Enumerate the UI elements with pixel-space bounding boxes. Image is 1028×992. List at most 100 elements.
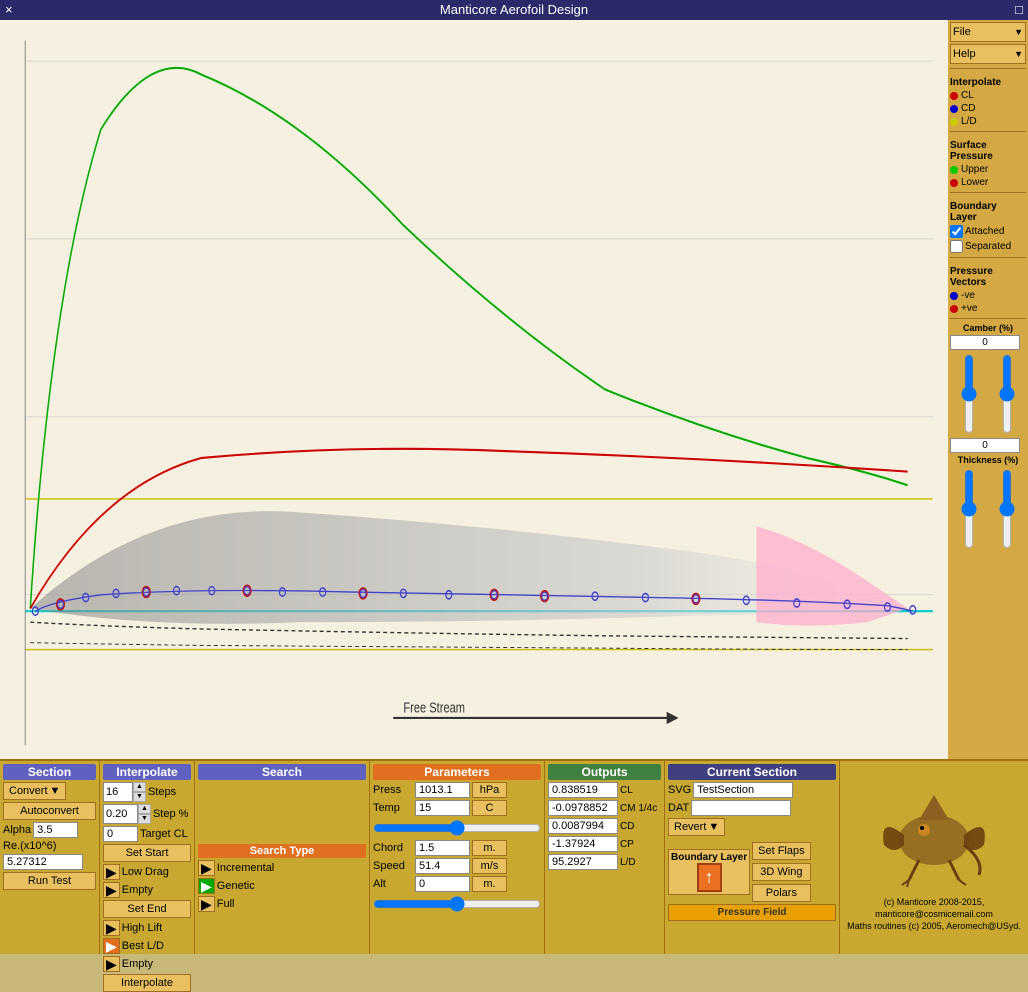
separated-checkbox[interactable] [950, 240, 963, 253]
set-end-button[interactable]: Set End [103, 900, 191, 918]
separated-item[interactable]: Separated [950, 240, 1026, 253]
revert-label: Revert [674, 821, 706, 833]
parameters-panel: Parameters Press hPa Temp C Chord m. Spe… [370, 761, 545, 954]
incremental-arrow[interactable]: ▶ [198, 860, 215, 876]
chord-input[interactable] [415, 840, 470, 856]
set-flaps-button[interactable]: Set Flaps [752, 842, 810, 860]
press-unit-select[interactable]: hPa [472, 782, 507, 798]
svg-input[interactable] [693, 782, 793, 798]
interpolate-label: Interpolate [950, 77, 1026, 88]
svg-row: SVG [668, 782, 836, 798]
empty2-arrow[interactable]: ▶ [103, 956, 120, 972]
alt-unit-select[interactable]: m. [472, 876, 507, 892]
ld-output-label: L/D [620, 857, 660, 868]
parameters-title: Parameters [373, 764, 541, 780]
cl-output-label: CL [620, 785, 660, 796]
cd-output [548, 818, 618, 834]
chord-label: Chord [373, 842, 413, 854]
boundary-layer-controls: Boundary Layer ↑ Set Flaps 3D Wing Polar… [668, 842, 836, 902]
autoconvert-button[interactable]: Autoconvert [3, 802, 96, 820]
cp-output-row: CP [548, 836, 661, 852]
divider3 [950, 192, 1026, 193]
maximize-icon[interactable]: □ [1015, 2, 1023, 17]
steps-up-icon[interactable]: ▲ [133, 782, 146, 792]
full-row[interactable]: ▶ Full [198, 896, 366, 912]
thickness-slider1[interactable] [961, 469, 977, 549]
cl-legend: CL [950, 90, 1026, 101]
alpha-label: Alpha [3, 824, 31, 836]
ld-legend: L/D [950, 116, 1026, 127]
alpha-input[interactable] [33, 822, 78, 838]
ld-output [548, 854, 618, 870]
re-input[interactable] [3, 854, 83, 870]
interpolate-button[interactable]: Interpolate [103, 974, 191, 992]
boundary-layer-label: Boundary Layer [950, 201, 1026, 223]
speed-input[interactable] [415, 858, 470, 874]
section-title: Section [3, 764, 96, 780]
incremental-row[interactable]: ▶ Incremental [198, 860, 366, 876]
image-panel: (c) Manticore 2008-2015, manticore@cosmi… [840, 761, 1028, 954]
step-pct-spinner[interactable]: ▲ ▼ [138, 804, 151, 824]
chord-unit-select[interactable]: m. [472, 840, 507, 856]
speed-unit-select[interactable]: m/s [472, 858, 507, 874]
genetic-row[interactable]: ▶ Genetic [198, 878, 366, 894]
step-pct-input[interactable] [103, 804, 138, 824]
run-test-button[interactable]: Run Test [3, 872, 96, 890]
3d-wing-button[interactable]: 3D Wing [752, 863, 810, 881]
boundary-up-btn[interactable]: ↑ [697, 863, 722, 892]
right-panel: File ▼ Help ▼ Interpolate CL CD L/D Surf… [948, 20, 1028, 759]
boundary-layer-box: Boundary Layer ↑ [668, 849, 750, 895]
steps-spinner[interactable]: ▲ ▼ [133, 782, 146, 802]
temp-input[interactable] [415, 800, 470, 816]
temp-unit-select[interactable]: C [472, 800, 507, 816]
target-cl-row: Target CL [103, 826, 191, 842]
target-cl-input[interactable] [103, 826, 138, 842]
speed-row: Speed m/s [373, 858, 541, 874]
steps-down-icon[interactable]: ▼ [133, 792, 146, 802]
svg-label: SVG [668, 784, 691, 796]
press-input[interactable] [415, 782, 470, 798]
title-bar: × Manticore Aerofoil Design □ [0, 0, 1028, 20]
cl-dot [950, 92, 958, 100]
low-drag-arrow[interactable]: ▶ [103, 864, 120, 880]
high-lift-label: High Lift [122, 922, 162, 934]
chart-area: -2 -1 0 1 CP [0, 20, 948, 759]
convert-button[interactable]: Convert ▼ [3, 782, 66, 800]
dat-row: DAT [668, 800, 836, 816]
file-menu[interactable]: File ▼ [950, 22, 1026, 42]
revert-button[interactable]: Revert ▼ [668, 818, 725, 836]
polars-button[interactable]: Polars [752, 884, 810, 902]
camber-slider1[interactable] [961, 354, 977, 434]
temp-slider[interactable] [373, 820, 541, 836]
best-ld-arrow[interactable]: ▶ [103, 938, 120, 954]
low-drag-label: Low Drag [122, 866, 169, 878]
step-pct-down-icon[interactable]: ▼ [138, 814, 151, 824]
revert-arrow-icon: ▼ [708, 821, 719, 833]
full-arrow[interactable]: ▶ [198, 896, 215, 912]
thickness-slider2[interactable] [999, 469, 1015, 549]
copyright-line2: manticore@cosmicemail.com [875, 909, 993, 919]
dat-input[interactable] [691, 800, 791, 816]
search-spacer [198, 782, 366, 842]
alt-input[interactable] [415, 876, 470, 892]
app-title: Manticore Aerofoil Design [440, 2, 588, 17]
alt-slider[interactable] [373, 896, 541, 912]
attached-checkbox[interactable] [950, 225, 963, 238]
set-start-button[interactable]: Set Start [103, 844, 191, 862]
camber-slider2[interactable] [999, 354, 1015, 434]
attached-item[interactable]: Attached [950, 225, 1026, 238]
step-pct-up-icon[interactable]: ▲ [138, 804, 151, 814]
help-label: Help [953, 48, 976, 60]
cd-dot [950, 105, 958, 113]
interpolate-title: Interpolate [103, 764, 191, 780]
neg-ve-legend: -ve [950, 290, 1026, 301]
press-label: Press [373, 784, 413, 796]
high-lift-arrow[interactable]: ▶ [103, 920, 120, 936]
steps-input[interactable] [103, 782, 133, 802]
pressure-field-box[interactable]: Pressure Field [668, 904, 836, 921]
empty1-arrow[interactable]: ▶ [103, 882, 120, 898]
genetic-arrow[interactable]: ▶ [198, 878, 215, 894]
separated-label: Separated [965, 241, 1011, 252]
help-menu[interactable]: Help ▼ [950, 44, 1026, 64]
close-icon[interactable]: × [5, 2, 13, 17]
